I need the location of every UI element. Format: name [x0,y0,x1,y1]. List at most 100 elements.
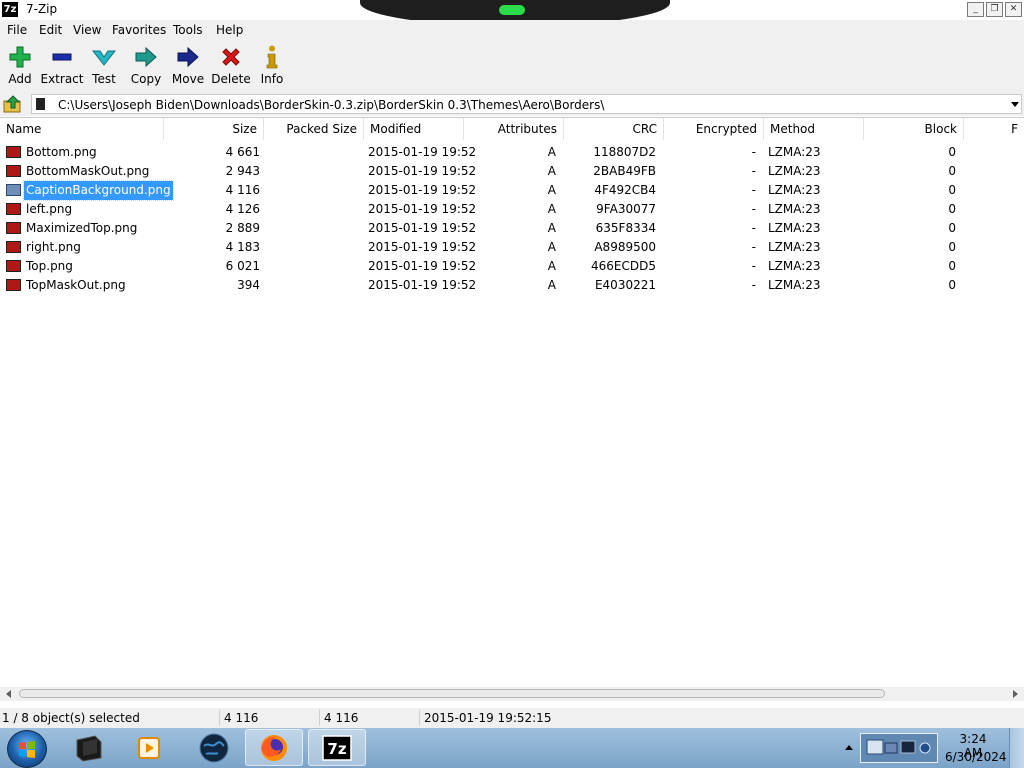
cell-encrypted: - [751,278,756,292]
info-label: Info [260,72,284,86]
cell-name[interactable]: BottomMaskOut.png [24,162,151,181]
tray-status-icons [866,739,931,755]
cell-encrypted: - [751,259,756,273]
scroll-right-icon[interactable] [1013,690,1018,698]
cell-name[interactable]: TopMaskOut.png [24,276,128,295]
table-row[interactable]: TopMaskOut.png 394 2015-01-19 19:52 A E40302… [0,276,1024,295]
chevron-down-icon[interactable] [1011,102,1019,107]
cell-name[interactable]: MaximizedTop.png [24,219,139,238]
horizontal-scrollbar[interactable] [0,687,1024,701]
table-row[interactable]: Top.png 6 021 2015-01-19 19:52 A 466ECDD5 - LZ… [0,257,1024,276]
copy-label: Copy [130,72,162,86]
taskbar-media-player[interactable] [120,729,178,766]
cell-encrypted: - [751,145,756,159]
table-row[interactable]: BottomMaskOut.png 2 943 2015-01-19 19:52 A 2… [0,162,1024,181]
cell-attributes: A [547,278,556,292]
column-crc[interactable]: CRC [564,118,664,140]
column-name[interactable]: Name [0,118,164,140]
cell-modified: 2015-01-19 19:52 [368,259,477,273]
cell-block: 0 [948,164,956,178]
cell-name[interactable]: left.png [24,200,74,219]
cell-modified: 2015-01-19 19:52 [368,183,477,197]
taskbar-7zip[interactable]: 7z [308,729,366,766]
test-button[interactable]: Test [81,44,127,86]
table-row[interactable]: MaximizedTop.png 2 889 2015-01-19 19:52 A 63… [0,219,1024,238]
cell-name[interactable]: Top.png [24,257,75,276]
folder-up-button[interactable] [3,95,23,113]
column-attributes[interactable]: Attributes [464,118,564,140]
cell-crc: 2BAB49FB [593,164,656,178]
column-header-row: Name Size Packed Size Modified Attribute… [0,118,1024,140]
delete-button[interactable]: Delete [208,44,254,86]
column-block[interactable]: Block [864,118,964,140]
status-selection: 1 / 8 object(s) selected [2,711,140,725]
cell-modified: 2015-01-19 19:52 [368,278,477,292]
column-modified[interactable]: Modified [364,118,464,140]
cell-packed [264,200,360,219]
column-folders[interactable]: F [964,118,1024,140]
cell-modified: 2015-01-19 19:52 [368,202,477,216]
table-row[interactable]: right.png 4 183 2015-01-19 19:52 A A8989500 -… [0,238,1024,257]
png-file-icon [6,279,21,291]
move-button[interactable]: Move [165,44,211,86]
cell-packed [264,162,360,181]
check-chevron-icon [81,44,127,70]
taskbar: 7z 3:24 AM 6/30/2024 [0,728,1024,768]
column-packed-size[interactable]: Packed Size [264,118,364,140]
taskbar-terminal[interactable] [60,729,118,766]
cell-name[interactable]: Bottom.png [24,143,99,162]
restore-button[interactable]: ❐ [986,2,1003,17]
show-hidden-icons-chevron-icon[interactable] [845,745,853,750]
menu-edit[interactable]: Edit [39,23,62,37]
window-controls: _ ❐ ✕ [967,2,1022,17]
menu-help[interactable]: Help [216,23,243,37]
png-file-icon [6,260,21,272]
menu-file[interactable]: File [7,23,27,37]
window-title: 7-Zip [26,2,58,16]
menu-tools[interactable]: Tools [173,23,203,37]
menu-view[interactable]: View [73,23,101,37]
taskbar-globe[interactable] [185,729,243,766]
column-encrypted[interactable]: Encrypted [664,118,764,140]
column-method[interactable]: Method [764,118,864,140]
table-row[interactable]: CaptionBackground.png 4 116 2015-01-19 19:… [0,180,1024,201]
close-button[interactable]: ✕ [1005,2,1022,17]
clock-date[interactable]: 6/30/2024 [945,750,1007,764]
title-bar: 7z 7-Zip _ ❐ ✕ [0,0,1024,26]
png-file-icon [6,241,21,253]
cell-packed [264,143,360,162]
path-input[interactable]: C:\Users\Joseph Biden\Downloads\BorderSk… [31,94,1022,114]
column-size[interactable]: Size [164,118,264,140]
taskbar-firefox[interactable] [245,729,303,766]
cell-crc: 118807D2 [593,145,656,159]
start-button[interactable] [7,730,47,768]
menu-favorites[interactable]: Favorites [112,23,166,37]
aero-glow-ornament [499,5,525,15]
tray-icons[interactable] [860,733,938,763]
cell-attributes: A [547,183,556,197]
cell-size: 4 126 [225,202,260,216]
cell-encrypted: - [751,183,756,197]
status-divider [319,710,320,726]
cell-crc: A8989500 [594,240,656,254]
file-list[interactable]: Name Size Packed Size Modified Attribute… [0,117,1024,688]
cell-attributes: A [547,240,556,254]
minimize-button[interactable]: _ [967,2,984,17]
copy-button[interactable]: Copy [123,44,169,86]
firefox-icon [261,734,287,761]
info-button[interactable]: Info [249,44,295,86]
cell-name[interactable]: right.png [24,238,83,257]
status-divider [419,710,420,726]
scroll-left-icon[interactable] [6,690,11,698]
table-row[interactable]: left.png 4 126 2015-01-19 19:52 A 9FA30077 - L… [0,200,1024,219]
folder-up-icon [3,95,21,113]
scrollbar-thumb[interactable] [19,689,885,698]
show-desktop-button[interactable] [1009,728,1024,768]
7zip-app-icon[interactable]: 7z [2,2,18,17]
extract-button[interactable]: Extract [39,44,85,86]
cell-name[interactable]: CaptionBackground.png [23,180,174,201]
table-row[interactable]: Bottom.png 4 661 2015-01-19 19:52 A 118807D2… [0,143,1024,162]
cell-attributes: A [547,259,556,273]
add-button[interactable]: Add [0,44,43,86]
cell-crc: E4030221 [594,278,656,292]
